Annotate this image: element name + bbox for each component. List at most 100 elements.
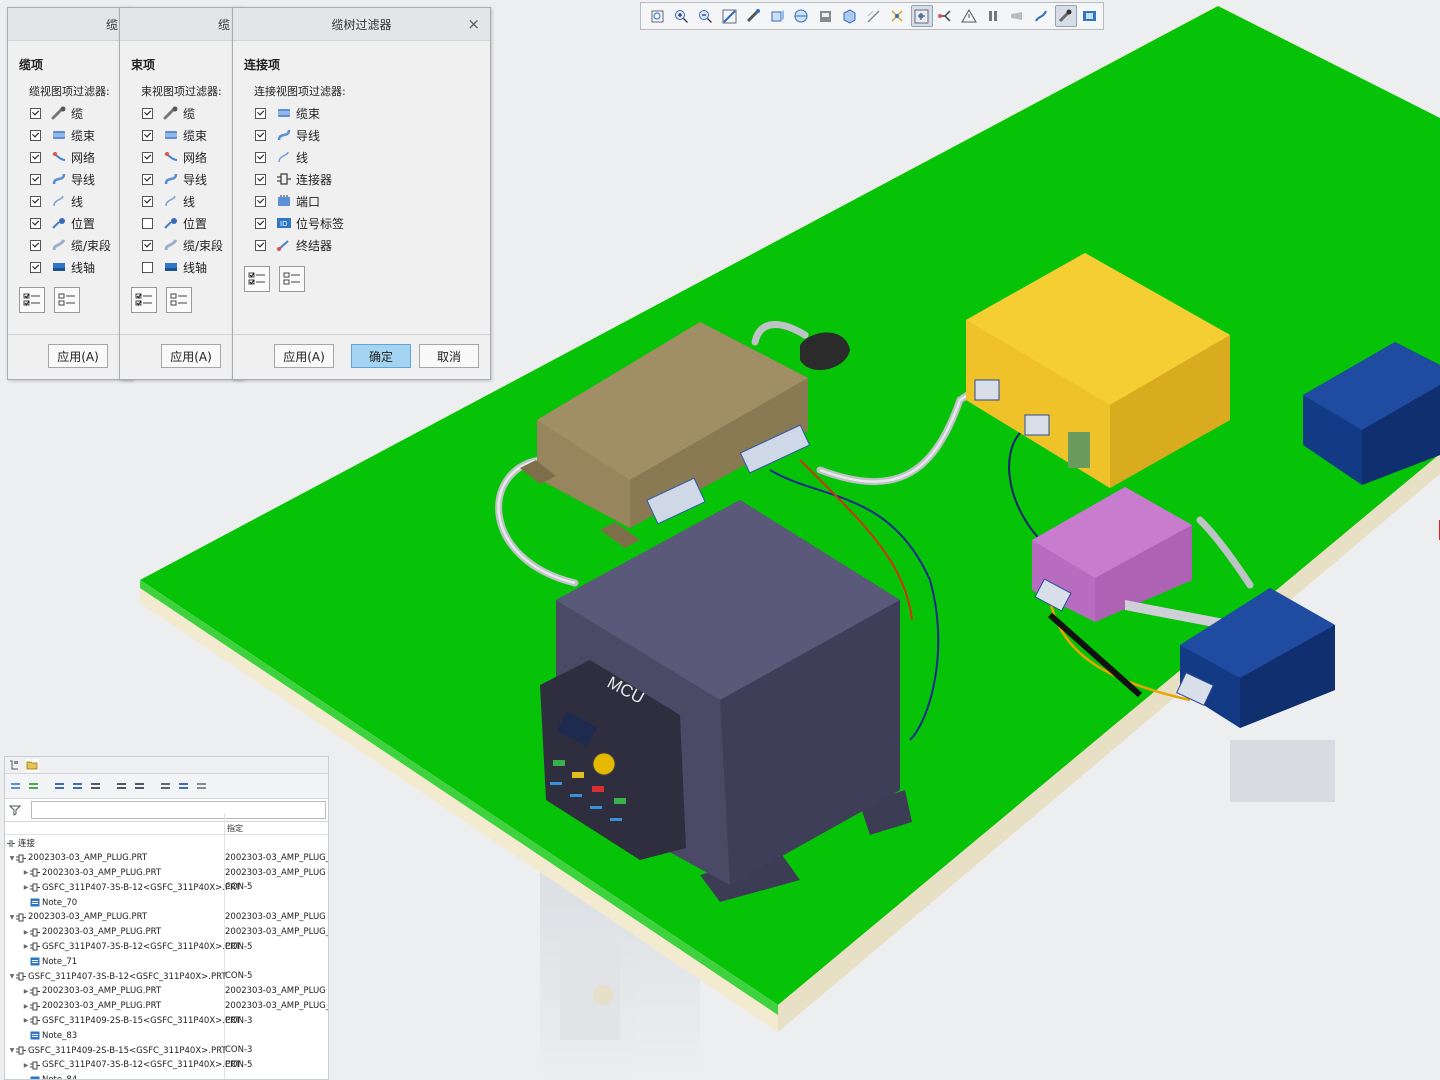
chevron-right-icon[interactable]: ▶ (23, 1003, 29, 1010)
dialog-title-bar[interactable]: 缆 (120, 8, 242, 41)
orient-icon[interactable] (743, 5, 765, 27)
columns-icon[interactable] (89, 780, 102, 793)
filter-item-3[interactable]: 导线 (142, 168, 223, 190)
filter-item-1[interactable]: 缆束 (30, 124, 111, 146)
filter-item-2[interactable]: 网络 (30, 146, 111, 168)
tree-row[interactable]: Note_70 (5, 895, 328, 910)
filter-item-5[interactable]: 位置 (142, 212, 223, 234)
filter-item-6[interactable]: 缆/束段 (30, 234, 111, 256)
chevron-right-icon[interactable]: ▶ (23, 1017, 29, 1024)
tree-row[interactable]: Note_83 (5, 1028, 328, 1043)
filter-checkbox[interactable] (142, 107, 153, 119)
filter-checkbox[interactable] (255, 129, 266, 141)
zoom-out-icon[interactable] (695, 5, 717, 27)
terminator-icon[interactable] (195, 780, 208, 793)
filter-checkbox[interactable] (142, 173, 153, 185)
filter-item-0[interactable]: 缆 (30, 102, 111, 124)
filter-item-4[interactable]: 线 (30, 190, 111, 212)
tree-row[interactable]: ▶ 2002303-03_AMP_PLUG.PRT 2002303-03_AMP_P… (5, 984, 328, 999)
table-icon[interactable] (133, 780, 146, 793)
list-icon[interactable] (53, 780, 66, 793)
spin-center-icon[interactable] (911, 5, 933, 27)
filter-checkbox[interactable] (142, 151, 153, 163)
tree-row[interactable]: ▼ 2002303-03_AMP_PLUG.PRT 2002303-03_AMP_P… (5, 851, 328, 866)
filter-checkbox[interactable] (142, 129, 153, 141)
tree-row[interactable]: Note_71 (5, 954, 328, 969)
select-all-button[interactable] (19, 287, 45, 313)
ok-button[interactable]: 确定 (351, 344, 411, 368)
model-tree-tab-icon[interactable] (8, 759, 21, 772)
filter-checkbox[interactable] (30, 261, 41, 273)
select-all-button[interactable] (131, 287, 157, 313)
zoom-in-icon[interactable] (671, 5, 693, 27)
filter-item-3[interactable]: 连接器 (255, 168, 344, 190)
filter-item-6[interactable]: 终结器 (255, 234, 344, 256)
network-icon[interactable] (935, 5, 957, 27)
tree-row[interactable]: ▶ GSFC_311P409-2S-B-15<GSFC_311P40X>.PRT C… (5, 1014, 328, 1029)
tree-row[interactable]: ▶ 2002303-03_AMP_PLUG.PRT 2002303-03_AMP_P… (5, 925, 328, 940)
pause-icon[interactable] (983, 5, 1005, 27)
filter-checkbox[interactable] (142, 261, 153, 273)
chevron-right-icon[interactable]: ▶ (23, 988, 29, 995)
chevron-down-icon[interactable]: ▼ (9, 973, 15, 980)
tree-row[interactable]: ▶ GSFC_311P407-3S-B-12<GSFC_311P40X>.PRT C… (5, 880, 328, 895)
filter-checkbox[interactable] (30, 151, 41, 163)
filter-checkbox[interactable] (142, 217, 153, 229)
chevron-right-icon[interactable]: ▶ (23, 943, 29, 950)
tree-row[interactable]: ▶ 2002303-03_AMP_PLUG.PRT 2002303-03_AMP_P… (5, 866, 328, 881)
tree-row[interactable]: ▼ GSFC_311P407-3S-B-12<GSFC_311P40X>.PRT C… (5, 969, 328, 984)
cancel-button[interactable]: 取消 (419, 344, 479, 368)
clear-all-button[interactable] (54, 287, 80, 313)
chevron-down-icon[interactable]: ▼ (9, 914, 15, 921)
filter-item-2[interactable]: 网络 (142, 146, 223, 168)
chevron-down-icon[interactable]: ▼ (9, 855, 15, 862)
refit-icon[interactable] (647, 5, 669, 27)
filter-icon[interactable] (8, 804, 22, 817)
folder-tab-icon[interactable] (26, 758, 39, 772)
clear-all-button[interactable] (166, 287, 192, 313)
tree-root[interactable]: 连接 (5, 836, 328, 851)
tree-row[interactable]: ▶ GSFC_311P407-3S-B-12<GSFC_311P40X>.PRT C… (5, 1058, 328, 1073)
chevron-right-icon[interactable]: ▶ (23, 929, 29, 936)
saved-views-icon[interactable] (767, 5, 789, 27)
cable-icon[interactable] (1031, 5, 1053, 27)
filter-checkbox[interactable] (255, 107, 266, 119)
harness-icon[interactable] (177, 780, 190, 793)
filter-item-1[interactable]: 缆束 (142, 124, 223, 146)
filter-item-7[interactable]: 线轴 (30, 256, 111, 278)
view-manager-icon[interactable] (815, 5, 837, 27)
display-style-icon[interactable] (791, 5, 813, 27)
filter-checkbox[interactable] (255, 239, 266, 251)
filter-item-4[interactable]: 线 (142, 190, 223, 212)
select-all-button[interactable] (244, 266, 270, 292)
apply-button[interactable]: 应用(A) (48, 344, 108, 368)
filter-checkbox[interactable] (30, 129, 41, 141)
repaint-icon[interactable] (719, 5, 741, 27)
dialog-title-bar[interactable]: 缆树过滤器 × (233, 8, 490, 41)
apply-button[interactable]: 应用(A) (161, 344, 221, 368)
filter-checkbox[interactable] (255, 217, 266, 229)
annotation-icon[interactable] (887, 5, 909, 27)
filter-checkbox[interactable] (30, 195, 41, 207)
tree-row[interactable]: ▶ GSFC_311P407-3S-B-12<GSFC_311P40X>.PRT C… (5, 940, 328, 955)
chevron-right-icon[interactable]: ▶ (23, 884, 29, 891)
chevron-down-icon[interactable]: ▼ (9, 1047, 15, 1054)
tree-row[interactable]: ▼ 2002303-03_AMP_PLUG.PRT 2002303-03_AMP_P… (5, 910, 328, 925)
filter-checkbox[interactable] (30, 239, 41, 251)
tree-row[interactable]: ▼ GSFC_311P409-2S-B-15<GSFC_311P40X>.PRT C… (5, 1043, 328, 1058)
filter-checkbox[interactable] (30, 217, 41, 229)
filter-item-3[interactable]: 导线 (30, 168, 111, 190)
harness-icon[interactable] (1055, 5, 1077, 27)
filter-item-2[interactable]: 线 (255, 146, 344, 168)
tree-row[interactable]: Note_84 (5, 1073, 328, 1079)
chevron-right-icon[interactable]: ▶ (23, 1062, 29, 1069)
warning-icon[interactable] (959, 5, 981, 27)
filter-checkbox[interactable] (255, 195, 266, 207)
filter-item-4[interactable]: 端口 (255, 190, 344, 212)
wire-icon[interactable] (1007, 5, 1029, 27)
filter-item-5[interactable]: ID 位号标签 (255, 212, 344, 234)
filter-item-7[interactable]: 线轴 (142, 256, 223, 278)
filter-item-0[interactable]: 缆 (142, 102, 223, 124)
clear-all-button[interactable] (279, 266, 305, 292)
settings-icon[interactable] (9, 780, 22, 793)
